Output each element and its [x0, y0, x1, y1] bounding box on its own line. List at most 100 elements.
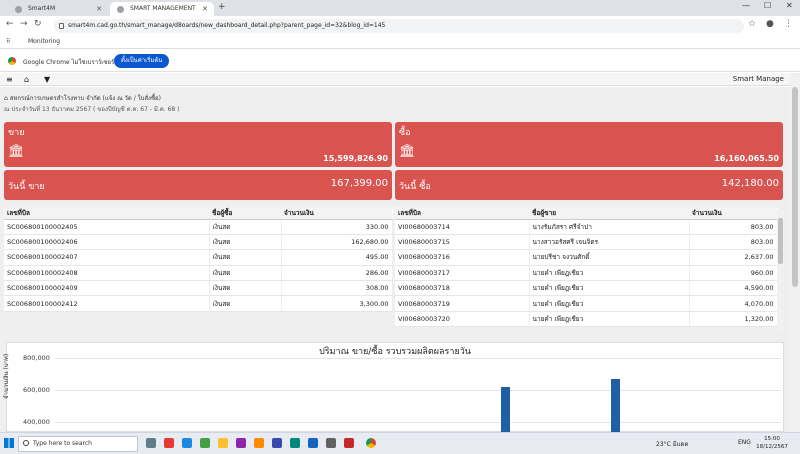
dropbox-icon[interactable] [308, 438, 318, 448]
table-cell: 330.00 [281, 219, 393, 235]
column-header[interactable]: เลขที่บิล [395, 207, 529, 220]
windows-taskbar: Type here to search 23°C มีแดด ENG 15:00… [0, 432, 800, 454]
sell-today-amount: 167,399.00 [330, 178, 388, 189]
taskbar-search[interactable]: Type here to search [18, 436, 138, 452]
column-header[interactable]: จำนวนเงิน [689, 207, 777, 220]
chart-title: ปริมาณ ขาย/ซื้อ รวบรวมผลิตผลรายวัน [319, 347, 471, 357]
table-row[interactable]: VI00680003718 นายคำ เพียฎเชียว 4,590.00 [395, 280, 778, 297]
table-cell: 803.00 [689, 219, 778, 235]
scroll-thumb[interactable] [792, 87, 798, 287]
table-row[interactable]: VI00680003719 นายคำ เพียฎเชียว 4,070.00 [395, 295, 778, 312]
app-icon[interactable] [200, 438, 210, 448]
table-row[interactable]: VI00680003716 นายปรีชา จงวนศักดิ์ 2,637.00 [395, 249, 778, 266]
dashboard-content: ⌂ สหกรณ์การเกษตรสำโรงทาบ จำกัด (แจ้ง ณ ว… [0, 87, 790, 432]
table-row[interactable]: VI00680003715 นางสาวอรัสศรี เจนจิตร 803.00 [395, 234, 778, 251]
star-icon[interactable]: ☆ [748, 19, 756, 29]
clock[interactable]: 15:00 18/12/2567 [752, 435, 792, 451]
app-icon[interactable] [254, 438, 264, 448]
table-cell: นายคำ เพียฎเชียว [529, 311, 690, 328]
gridline [55, 390, 781, 391]
column-header[interactable]: จำนวนเงิน [281, 207, 392, 220]
table-header-row: เลขที่บิล ชื่อผู้ซื้อ จำนวนเงิน [4, 207, 392, 220]
app-icon[interactable] [326, 438, 336, 448]
weather-text[interactable]: 23°C มีแดด [656, 439, 688, 449]
table-row[interactable]: VI00680003720 นายคำ เพียฎเชียว 1,320.00 [395, 311, 778, 328]
column-header[interactable]: เลขที่บิล [4, 207, 209, 220]
sell-total: 15,599,826.90 [323, 154, 388, 163]
table-cell: SC006800100002412 [4, 295, 210, 312]
app-icon[interactable] [272, 438, 282, 448]
app-icon[interactable] [290, 438, 300, 448]
buy-total: 16,160,065.50 [714, 154, 779, 163]
column-header[interactable]: ชื่อผู้ขาย [529, 207, 689, 220]
table-row[interactable]: SC006800100002408 เงินสด 286.00 [4, 265, 393, 282]
set-default-button[interactable]: ตั้งเป็นค่าเริ่มต้น [114, 54, 170, 68]
table-cell: นางรัมภัสรา ศรีจำปา [529, 219, 690, 235]
column-header[interactable]: ชื่อผู้ซื้อ [209, 207, 281, 220]
clock-date: 18/12/2567 [756, 444, 788, 450]
table-row[interactable]: SC006800100002407 เงินสด 495.00 [4, 249, 393, 266]
table-row[interactable]: VI00680003717 นายคำ เพียฎเชียว 960.00 [395, 265, 778, 282]
table-cell: นายคำ เพียฎเชียว [529, 295, 690, 312]
table-cell: เงินสด [209, 219, 282, 235]
close-tab-icon[interactable]: ✕ [202, 2, 208, 16]
bookmarks-bar: ⠿ Monitoring [0, 36, 800, 49]
minimize-icon[interactable]: — [742, 1, 750, 10]
edge-icon[interactable] [182, 438, 192, 448]
table-cell: 495.00 [281, 249, 393, 266]
maximize-icon[interactable]: ☐ [764, 1, 771, 10]
chrome-icon[interactable] [366, 438, 376, 448]
chart-bar[interactable] [501, 386, 510, 432]
tab-smart4m[interactable]: Smart4M ✕ [8, 2, 108, 16]
apps-icon[interactable]: ⠿ [6, 38, 10, 45]
chart-bar[interactable] [611, 378, 620, 432]
table-row[interactable]: SC006800100002409 เงินสด 308.00 [4, 280, 393, 297]
app-icon[interactable] [236, 438, 246, 448]
table-cell: 3,300.00 [281, 295, 393, 312]
tab-label: Smart4M [28, 5, 56, 12]
table-cell: 286.00 [281, 265, 393, 282]
forward-icon[interactable]: → [20, 19, 28, 29]
folder-icon[interactable] [218, 438, 228, 448]
table-cell: 4,590.00 [689, 280, 778, 297]
y-axis-label: จำนวนเงิน (บาท) [3, 353, 10, 399]
home-icon[interactable]: ⌂ [24, 75, 29, 84]
scroll-thumb[interactable] [778, 218, 783, 264]
profile-icon[interactable]: ● [766, 19, 774, 29]
chrome-icon [8, 57, 16, 65]
hamburger-icon[interactable]: ≡ [6, 75, 13, 84]
close-window-icon[interactable]: ✕ [786, 1, 793, 10]
language-indicator[interactable]: ENG [738, 439, 751, 446]
buy-table-scrollbar[interactable] [777, 210, 784, 330]
tab-smart-management[interactable]: SMART MANAGEMENT ✕ [110, 2, 214, 16]
table-row[interactable]: SC006800100002405 เงินสด 330.00 [4, 219, 393, 235]
app-icon[interactable] [164, 438, 174, 448]
filter-icon[interactable]: ▼ [44, 75, 50, 84]
table-cell: SC006800100002408 [4, 265, 210, 282]
sell-total-card: ขาย 🏛 15,599,826.90 [4, 122, 392, 167]
back-icon[interactable]: ← [6, 19, 14, 29]
menu-icon[interactable]: ⋮ [784, 19, 793, 29]
url-field[interactable]: smart4m.cad.go.th/smart_manage/d8oards/n… [54, 19, 744, 33]
browser-tab-strip: Smart4M ✕ SMART MANAGEMENT ✕ + — ☐ ✕ [0, 0, 800, 16]
new-tab-icon[interactable]: + [218, 2, 226, 12]
date-range: ณ ประจำวันที่ 13 ธันวาคม 2567 ( ของปีบัญ… [4, 106, 180, 113]
table-cell: VI00680003719 [395, 295, 530, 312]
buy-label: ซื้อ [399, 128, 411, 138]
table-cell: นายคำ เพียฎเชียว [529, 280, 690, 297]
app-icon[interactable] [344, 438, 354, 448]
reload-icon[interactable]: ↻ [34, 19, 42, 29]
page-scrollbar[interactable] [790, 73, 800, 432]
bookmark-monitoring[interactable]: Monitoring [28, 38, 60, 45]
task-view-icon[interactable] [146, 438, 156, 448]
buy-today-card: วันนี้ ซื้อ 142,180.00 [395, 170, 783, 200]
table-row[interactable]: SC006800100002406 เงินสด 162,680.00 [4, 234, 393, 251]
table-row[interactable]: SC006800100002412 เงินสด 3,300.00 [4, 295, 393, 312]
gridline [55, 358, 781, 359]
windows-start-icon[interactable] [4, 438, 14, 448]
table-cell: VI00680003720 [395, 311, 530, 328]
table-row[interactable]: VI00680003714 นางรัมภัสรา ศรีจำปา 803.00 [395, 219, 778, 235]
close-tab-icon[interactable]: ✕ [96, 2, 102, 16]
bank-icon: 🏛 [399, 144, 416, 159]
table-cell: VI00680003718 [395, 280, 530, 297]
